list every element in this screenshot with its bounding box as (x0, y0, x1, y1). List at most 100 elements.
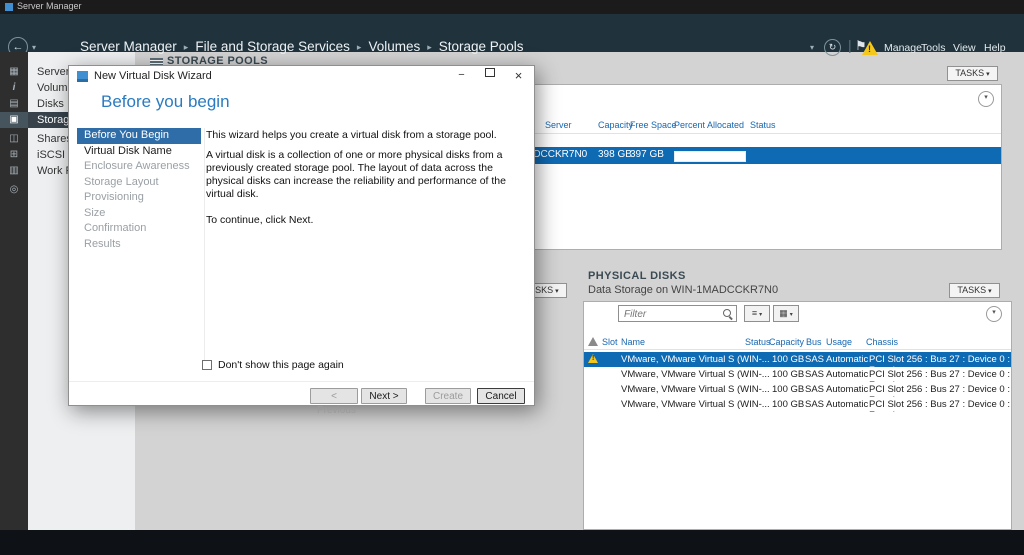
grid-icon: ▦ (779, 308, 788, 318)
physical-disks-tasks-button[interactable]: TASKS ▾ (949, 283, 1000, 298)
wizard-divider (204, 128, 205, 366)
disk-usage-cell: Automatic (826, 354, 869, 365)
next-button[interactable]: Next > (361, 388, 407, 404)
filter-input[interactable] (622, 307, 721, 322)
feedback-icon[interactable]: ◎ (0, 182, 28, 198)
server-manager-app-icon (5, 3, 13, 11)
maximize-icon (484, 68, 495, 77)
physical-disks-title: PHYSICAL DISKS (588, 270, 686, 282)
cancel-button[interactable]: Cancel (477, 388, 525, 404)
column-header-status[interactable]: Status (745, 337, 771, 347)
column-header-capacity[interactable]: Capacity (598, 120, 633, 130)
disk-bus-cell: SAS (805, 384, 825, 395)
close-button[interactable]: × (505, 67, 532, 84)
wizard-app-icon (77, 71, 88, 82)
storage-pools-tasks-button[interactable]: TASKS ▾ (947, 66, 998, 81)
breadcrumb-separator-icon: ▸ (356, 42, 362, 52)
breadcrumb-separator-icon: ▸ (427, 42, 432, 52)
warning-mark: ! (592, 355, 595, 362)
disk-capacity-cell: 100 GB (772, 384, 805, 395)
column-header-capacity[interactable]: Capacity (769, 337, 804, 347)
maximize-button[interactable] (476, 67, 503, 84)
column-header-bus[interactable]: Bus (806, 337, 822, 347)
minimize-button[interactable]: − (448, 67, 475, 84)
menu-tools[interactable]: Tools (921, 42, 946, 54)
nav-icon-strip: ▦ i ▤ ▣ ◫ ⊞ ▥ ◎ (0, 52, 28, 530)
menu-manage[interactable]: Manage (884, 42, 922, 54)
chevron-down-icon: ▾ (988, 288, 992, 295)
iscsi-icon[interactable]: ⊞ (0, 147, 28, 163)
storage-pools-collapse-button[interactable]: ▾ (978, 91, 994, 107)
disk-capacity-cell: 100 GB (772, 354, 805, 365)
nav-divider: | (848, 37, 852, 53)
menu-help[interactable]: Help (984, 42, 1006, 54)
navigation-bar: ← ▾ Server Manager ▸ File and Storage Serv… (0, 14, 1024, 57)
column-header-slot[interactable]: Slot (602, 337, 618, 347)
previous-button[interactable]: < Previous (310, 388, 358, 416)
column-header-name[interactable]: Name (621, 337, 645, 347)
breadcrumb-item-storage-pools[interactable]: Storage Pools (439, 39, 524, 54)
column-header-chassis[interactable]: Chassis (866, 337, 898, 347)
wizard-step-results: Results (84, 237, 121, 250)
create-button[interactable]: Create (425, 388, 471, 404)
disk-chassis-cell: PCI Slot 256 : Bus 27 : Device 0 : Funct… (869, 354, 1010, 367)
dashboard-icon[interactable]: ▦ (0, 64, 28, 80)
physical-disks-subtitle: Data Storage on WIN-1MADCCKR7N0 (588, 284, 779, 296)
disk-usage-cell: Automatic (826, 384, 869, 395)
menu-view[interactable]: View (953, 42, 976, 54)
wizard-heading: Before you begin (101, 92, 230, 111)
physical-disk-row[interactable]: ! VMware, VMware Virtual S (WIN-... 100 … (584, 352, 1011, 367)
breadcrumb: Server Manager ▸ File and Storage Services… (80, 38, 524, 56)
chevron-down-icon: ▾ (555, 288, 559, 295)
wizard-title: New Virtual Disk Wizard (94, 70, 212, 82)
wizard-step-provisioning: Provisioning (84, 191, 144, 203)
column-header-free-space[interactable]: Free Space (630, 120, 677, 130)
pool-capacity-cell: 398 GB (598, 149, 632, 160)
disk-bus-cell: SAS (805, 354, 825, 365)
column-header-status[interactable]: Status (750, 120, 776, 130)
physical-disks-collapse-button[interactable]: ▾ (986, 306, 1002, 322)
column-header-percent-allocated[interactable]: Percent Allocated (674, 120, 744, 130)
disk-name-cell: VMware, VMware Virtual S (WIN-... (621, 399, 770, 410)
wizard-step-virtual-disk-name[interactable]: Virtual Disk Name (77, 144, 201, 160)
breadcrumb-item-volumes[interactable]: Volumes (368, 39, 420, 54)
column-header-server[interactable]: Server (545, 120, 572, 130)
breadcrumb-item-file-storage[interactable]: File and Storage Services (195, 39, 350, 54)
list-icon: ≡ (751, 308, 758, 318)
physical-disk-row[interactable]: VMware, VMware Virtual S (WIN-... 100 GB… (584, 367, 1011, 382)
alert-column-icon (588, 337, 598, 346)
disk-capacity-cell: 100 GB (772, 369, 805, 380)
disk-name-cell: VMware, VMware Virtual S (WIN-... (621, 369, 770, 380)
filter-options-button[interactable]: ≡ ▾ (744, 305, 770, 322)
storage-services-icon[interactable]: ▣ (0, 112, 28, 128)
all-servers-icon[interactable]: ▤ (0, 96, 28, 112)
disk-name-cell: VMware, VMware Virtual S (WIN-... (621, 384, 770, 395)
window-title: Server Manager (17, 1, 82, 11)
button-divider (69, 381, 534, 382)
disk-capacity-cell: 100 GB (772, 399, 805, 410)
disk-usage-cell: Automatic (826, 399, 869, 410)
physical-disk-row[interactable]: VMware, VMware Virtual S (WIN-... 100 GB… (584, 397, 1011, 412)
wizard-paragraph: To continue, click Next. (206, 214, 314, 226)
wizard-step-before-you-begin[interactable]: Before You Begin (77, 128, 201, 144)
grouping-button[interactable]: ▦ ▾ (773, 305, 799, 322)
refresh-button[interactable]: ↻ (824, 39, 841, 56)
chevron-down-icon: ▾ (984, 94, 988, 101)
nav-history-chevron-icon[interactable]: ▾ (32, 43, 36, 52)
physical-disks-panel (583, 301, 1012, 530)
new-virtual-disk-wizard-dialog: New Virtual Disk Wizard − × Before you b… (68, 65, 535, 416)
physical-disk-row[interactable]: VMware, VMware Virtual S (WIN-... 100 GB… (584, 382, 1011, 397)
local-server-icon[interactable]: i (0, 80, 28, 96)
disk-usage-cell: Automatic (826, 369, 869, 380)
disk-bus-cell: SAS (805, 399, 825, 410)
shares-icon[interactable]: ◫ (0, 131, 28, 147)
work-folders-icon[interactable]: ▥ (0, 163, 28, 179)
nav-dropdown-chevron-icon[interactable]: ▾ (810, 43, 814, 52)
column-header-usage[interactable]: Usage (826, 337, 852, 347)
server-manager-window: Server Manager ← ▾ Server Manager ▸ File a… (0, 0, 1024, 555)
chevron-down-icon: ▾ (992, 309, 996, 316)
dont-show-again-checkbox[interactable] (202, 360, 212, 370)
dont-show-again-label: Don't show this page again (218, 359, 344, 371)
notifications-warning-mark: ! (868, 44, 871, 54)
wizard-step-enclosure-awareness: Enclosure Awareness (84, 160, 190, 172)
